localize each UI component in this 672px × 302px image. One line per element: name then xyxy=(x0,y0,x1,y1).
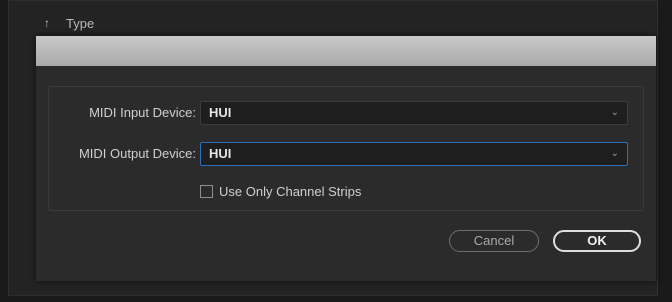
chevron-down-icon: ⌄ xyxy=(610,107,619,118)
column-header-label: Type xyxy=(66,15,95,31)
arrow-up-icon: ↑ xyxy=(44,16,50,30)
channel-strips-option[interactable]: Use Only Channel Strips xyxy=(200,181,361,201)
use-only-channel-strips-label[interactable]: Use Only Channel Strips xyxy=(219,184,361,199)
midi-output-value: HUI xyxy=(209,146,232,161)
dialog-titlebar[interactable] xyxy=(36,36,656,66)
midi-output-label: MIDI Output Device: xyxy=(78,146,196,161)
cancel-button[interactable]: Cancel xyxy=(449,230,539,252)
midi-output-select[interactable]: HUI ⌄ xyxy=(200,142,628,166)
midi-input-select[interactable]: HUI ⌄ xyxy=(200,101,628,125)
ok-button[interactable]: OK xyxy=(553,230,641,252)
midi-input-label: MIDI Input Device: xyxy=(89,105,196,120)
use-only-channel-strips-checkbox[interactable] xyxy=(200,184,213,198)
midi-input-value: HUI xyxy=(209,105,232,120)
background-column-header[interactable]: ↑ Type xyxy=(40,10,640,36)
chevron-down-icon: ⌄ xyxy=(610,148,619,159)
